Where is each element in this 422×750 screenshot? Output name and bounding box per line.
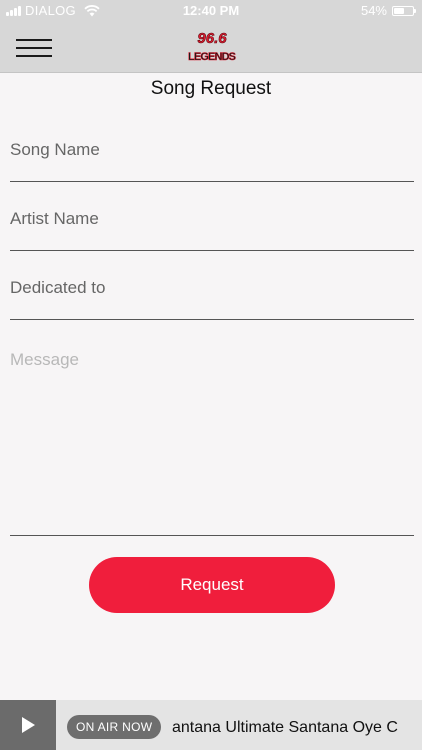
artist-name-field xyxy=(10,209,414,251)
app-header: DIALOG 12:40 PM 54% 96.6 LEGENDS xyxy=(0,0,422,73)
status-right: 54% xyxy=(360,3,416,18)
logo-text-bottom: LEGENDS xyxy=(188,51,236,63)
song-name-input[interactable] xyxy=(10,140,414,160)
battery-icon xyxy=(392,5,416,16)
page-title: Song Request xyxy=(150,78,272,99)
dedicated-to-input[interactable] xyxy=(10,278,414,298)
battery-fill xyxy=(394,7,404,14)
dedicated-to-field xyxy=(10,278,414,320)
status-time: 12:40 PM xyxy=(182,3,240,18)
station-logo: 96.6 LEGENDS xyxy=(188,30,237,64)
request-button[interactable]: Request xyxy=(89,557,335,613)
play-button[interactable] xyxy=(0,700,56,750)
artist-name-input[interactable] xyxy=(10,209,414,229)
battery-percent: 54% xyxy=(360,3,387,18)
play-icon xyxy=(22,717,35,733)
song-request-screen: DIALOG 12:40 PM 54% 96.6 LEGENDS Song Re… xyxy=(0,0,422,750)
message-textarea[interactable] xyxy=(10,350,414,530)
on-air-badge: ON AIR NOW xyxy=(67,715,162,739)
player-bar: ON AIR NOW antana Ultimate Santana Oye C xyxy=(0,700,422,750)
message-field xyxy=(10,350,414,536)
song-name-field xyxy=(10,140,414,182)
logo-text-top: 96.6 xyxy=(197,30,227,47)
status-bar: DIALOG 12:40 PM 54% xyxy=(0,0,422,22)
hamburger-menu-icon[interactable] xyxy=(16,36,52,60)
now-playing-ticker: antana Ultimate Santana Oye C xyxy=(172,719,398,736)
